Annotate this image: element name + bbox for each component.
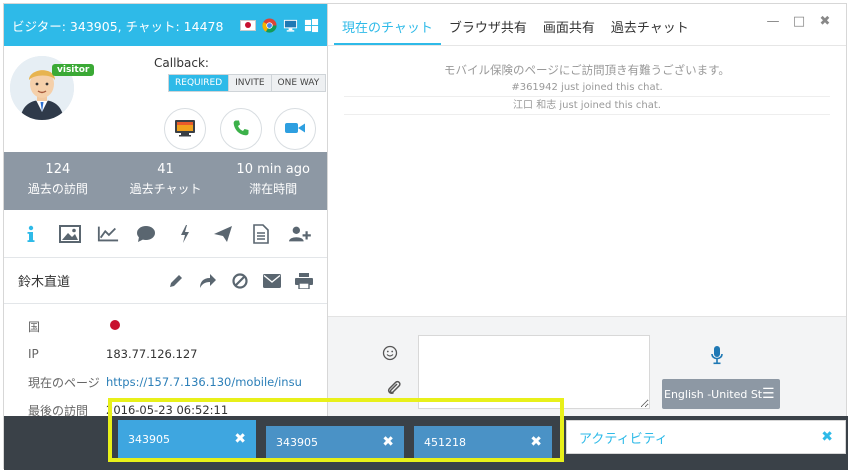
- info-value: 183.77.126.127: [106, 347, 198, 361]
- video-icon: [284, 120, 306, 139]
- stat-label: 過去の訪問: [27, 182, 88, 196]
- activity-label: アクティビティ: [579, 431, 668, 447]
- visitor-toolbar: [4, 210, 327, 258]
- chat-message: モバイル保険のページにご訪問頂き有難うございます。: [444, 63, 730, 77]
- callback-mode-selector: REQUIRED INVITE ONE WAY: [168, 74, 327, 92]
- lightning-icon[interactable]: [174, 223, 196, 245]
- info-row-country: 国: [4, 312, 327, 340]
- send-icon[interactable]: [212, 223, 234, 245]
- chat-panel: 現在のチャット ブラウザ共有 画面共有 過去チャット — □ ✖ モバイル保険の…: [328, 4, 846, 416]
- stat-value: 41: [157, 162, 174, 177]
- minimize-icon[interactable]: —: [762, 14, 784, 32]
- callback-invite-option[interactable]: INVITE: [229, 75, 272, 91]
- chat-transcript: モバイル保険のページにご訪問頂き有難うございます。 #361942 just j…: [328, 46, 846, 316]
- emoji-icon[interactable]: [382, 345, 400, 363]
- close-icon[interactable]: ✖: [814, 14, 836, 32]
- block-icon[interactable]: [229, 270, 251, 292]
- info-key: 国: [28, 319, 41, 334]
- edit-icon[interactable]: [165, 270, 187, 292]
- stat-past-visits: 124 過去の訪問: [4, 152, 112, 210]
- flag-jp-icon: [240, 19, 256, 31]
- language-select-label: English -United States: [664, 387, 762, 401]
- tab-current-chat[interactable]: 現在のチャット: [334, 17, 441, 45]
- stat-value: 10 min ago: [236, 162, 310, 177]
- info-row-ip: IP 183.77.126.127: [4, 340, 327, 368]
- stat-label: 過去チャット: [129, 182, 202, 196]
- visitor-header: ビジター: 343905, チャット: 14478: [4, 4, 327, 46]
- current-page-link[interactable]: https://157.7.136.130/mobile/insu: [106, 375, 302, 389]
- maximize-icon[interactable]: □: [788, 14, 810, 32]
- callback-label: Callback:: [154, 56, 209, 70]
- stat-label: 滞在時間: [249, 182, 298, 196]
- screen-share-button[interactable]: [164, 108, 206, 150]
- add-user-icon[interactable]: [288, 223, 311, 245]
- stat-value: 124: [45, 162, 71, 177]
- stat-time-on-site: 10 min ago 滞在時間: [219, 152, 327, 210]
- visitor-name: 鈴木直道: [18, 275, 71, 290]
- activity-panel-tab[interactable]: アクティビティ ✖: [566, 420, 846, 454]
- visitor-profile: visitor Callback: REQUIRED INVITE ONE WA…: [4, 46, 327, 152]
- tab-screen-share[interactable]: 画面共有: [535, 17, 603, 45]
- menu-icon: ☰: [762, 386, 775, 402]
- window-controls: — □ ✖: [758, 14, 836, 32]
- document-icon[interactable]: [250, 223, 272, 245]
- chart-icon[interactable]: [97, 223, 119, 245]
- call-button[interactable]: [220, 108, 262, 150]
- info-key: 最後の訪問: [28, 403, 89, 417]
- info-key: IP: [28, 347, 39, 361]
- close-icon[interactable]: ✖: [821, 429, 833, 445]
- info-icon[interactable]: [20, 223, 42, 245]
- visitor-header-title: ビジター: 343905, チャット: 14478: [12, 18, 224, 34]
- visitor-badge: visitor: [52, 64, 95, 76]
- mail-icon[interactable]: [261, 270, 283, 292]
- callback-required-option[interactable]: REQUIRED: [169, 75, 230, 91]
- windows-icon: [304, 18, 319, 33]
- print-icon[interactable]: [293, 270, 315, 292]
- visitor-name-row: 鈴木直道: [4, 258, 327, 304]
- flag-jp-icon: [110, 320, 120, 330]
- tab-browser-share[interactable]: ブラウザ共有: [441, 17, 535, 45]
- tab-past-chats[interactable]: 過去チャット: [603, 17, 697, 45]
- info-row-current-page: 現在のページ https://157.7.136.130/mobile/insu: [4, 368, 327, 396]
- desktop-icon: [283, 18, 298, 33]
- attachment-icon[interactable]: [386, 379, 404, 397]
- highlight-box: [108, 398, 564, 462]
- info-value: [106, 319, 120, 333]
- chat-message: 江口 和志 just joined this chat.: [344, 97, 830, 115]
- visitor-panel: ビジター: 343905, チャット: 14478 visitor Callba…: [4, 4, 328, 416]
- language-select[interactable]: English -United States ☰: [662, 379, 780, 409]
- screen-share-icon: [174, 119, 196, 140]
- microphone-icon[interactable]: [710, 345, 728, 367]
- image-icon[interactable]: [58, 223, 81, 245]
- info-key: 現在のページ: [28, 375, 100, 390]
- forward-icon[interactable]: [197, 270, 219, 292]
- visitor-stats: 124 過去の訪問 41 過去チャット 10 min ago 滞在時間: [4, 152, 327, 210]
- phone-icon: [232, 119, 250, 140]
- callback-one-way-option[interactable]: ONE WAY: [271, 75, 326, 91]
- chat-message: #361942 just joined this chat.: [344, 79, 830, 97]
- chrome-icon: [262, 17, 277, 33]
- chat-bubble-icon[interactable]: [135, 223, 157, 245]
- video-call-button[interactable]: [274, 108, 316, 150]
- stat-past-chats: 41 過去チャット: [112, 152, 220, 210]
